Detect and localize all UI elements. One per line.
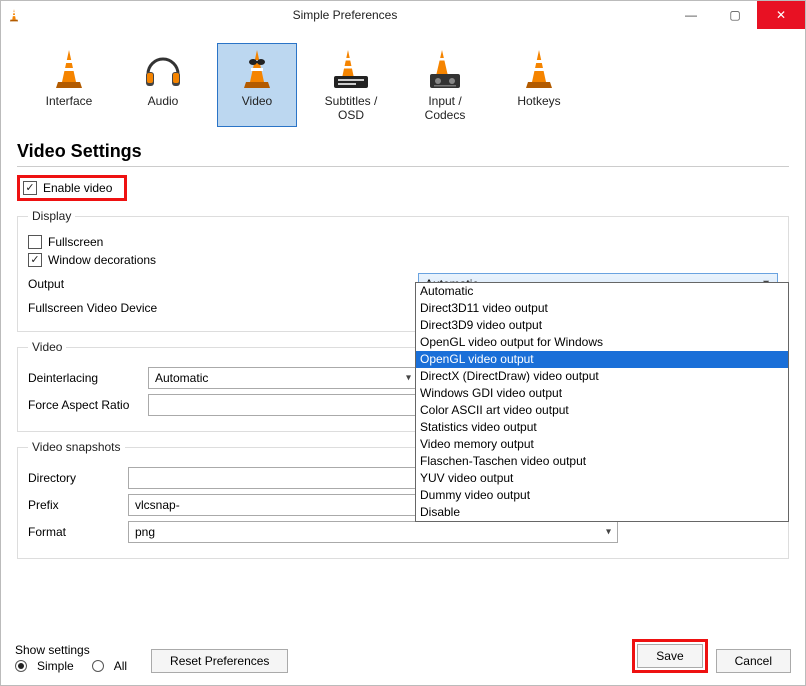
window-decorations-checkbox[interactable]: [28, 253, 42, 267]
output-option[interactable]: OpenGL video output for Windows: [416, 334, 788, 351]
interface-cone-icon: [45, 48, 93, 90]
output-option[interactable]: Direct3D9 video output: [416, 317, 788, 334]
reset-preferences-button[interactable]: Reset Preferences: [151, 649, 288, 673]
deinterlacing-value: Automatic: [155, 371, 208, 385]
fs-device-label: Fullscreen Video Device: [28, 301, 418, 315]
show-settings-all-radio[interactable]: [92, 660, 104, 672]
tab-audio[interactable]: Audio: [123, 43, 203, 127]
group-snapshots-legend: Video snapshots: [28, 440, 125, 454]
show-settings-simple-label: Simple: [37, 659, 74, 673]
deinterlacing-label: Deinterlacing: [28, 371, 148, 385]
output-option[interactable]: YUV video output: [416, 470, 788, 487]
video-cone-sunglasses-icon: [233, 48, 281, 90]
tab-subtitles[interactable]: Subtitles / OSD: [311, 43, 391, 127]
directory-label: Directory: [28, 471, 128, 485]
format-combobox[interactable]: png ▾: [128, 521, 618, 543]
headphones-icon: [139, 48, 187, 90]
force-ar-input[interactable]: [148, 394, 418, 416]
rule: [17, 166, 789, 167]
bottom-bar: Show settings Simple All Reset Preferenc…: [15, 639, 791, 673]
save-label: Save: [656, 649, 683, 663]
tab-hotkeys[interactable]: Hotkeys: [499, 43, 579, 127]
show-settings-simple-radio[interactable]: [15, 660, 27, 672]
titlebar: Simple Preferences — ▢ ✕: [1, 1, 805, 29]
tab-label: Input / Codecs: [408, 94, 482, 122]
output-option[interactable]: Disable: [416, 504, 788, 521]
highlight-enable-video: Enable video: [17, 175, 127, 201]
group-display-legend: Display: [28, 209, 75, 223]
enable-video-checkbox[interactable]: [23, 181, 37, 195]
highlight-save: Save: [632, 639, 707, 673]
window-title: Simple Preferences: [21, 8, 669, 22]
reset-label: Reset Preferences: [170, 654, 269, 668]
output-option[interactable]: Flaschen-Taschen video output: [416, 453, 788, 470]
category-tabs: Interface Audio Video Subtitles / OSD: [17, 39, 789, 131]
output-option[interactable]: Windows GDI video output: [416, 385, 788, 402]
format-label: Format: [28, 525, 128, 539]
output-option[interactable]: Video memory output: [416, 436, 788, 453]
codecs-cone-icon: [421, 48, 469, 90]
window-decorations-label: Window decorations: [48, 253, 156, 267]
chevron-down-icon: ▾: [406, 373, 411, 384]
tab-label: Video: [242, 94, 272, 108]
output-option[interactable]: Statistics video output: [416, 419, 788, 436]
output-option[interactable]: OpenGL video output: [416, 351, 788, 368]
enable-video-label: Enable video: [43, 181, 112, 195]
preferences-window: Simple Preferences — ▢ ✕ Interface Audio: [0, 0, 806, 686]
output-option[interactable]: Color ASCII art video output: [416, 402, 788, 419]
fullscreen-label: Fullscreen: [48, 235, 103, 249]
show-settings-all-label: All: [114, 659, 127, 673]
output-option[interactable]: Dummy video output: [416, 487, 788, 504]
chevron-down-icon: ▾: [606, 527, 611, 538]
show-settings-label: Show settings: [15, 643, 127, 657]
prefix-value: vlcsnap-: [135, 498, 180, 512]
page-title: Video Settings: [17, 141, 789, 162]
prefix-label: Prefix: [28, 498, 128, 512]
tab-input-codecs[interactable]: Input / Codecs: [405, 43, 485, 127]
tab-label: Subtitles / OSD: [314, 94, 388, 122]
cancel-button[interactable]: Cancel: [716, 649, 791, 673]
output-label: Output: [28, 277, 418, 291]
maximize-button[interactable]: ▢: [713, 1, 757, 29]
fullscreen-checkbox[interactable]: [28, 235, 42, 249]
save-button[interactable]: Save: [637, 644, 702, 668]
tab-label: Hotkeys: [517, 94, 560, 108]
close-button[interactable]: ✕: [757, 1, 805, 29]
subtitles-cone-icon: [327, 48, 375, 90]
output-option[interactable]: Automatic: [416, 283, 788, 300]
group-video-legend: Video: [28, 340, 66, 354]
tab-interface[interactable]: Interface: [29, 43, 109, 127]
output-option[interactable]: DirectX (DirectDraw) video output: [416, 368, 788, 385]
format-value: png: [135, 525, 155, 539]
force-ar-label: Force Aspect Ratio: [28, 398, 148, 412]
show-settings-block: Show settings Simple All: [15, 643, 127, 673]
hotkeys-cone-icon: [515, 48, 563, 90]
output-dropdown-list[interactable]: AutomaticDirect3D11 video outputDirect3D…: [415, 282, 789, 522]
tab-label: Audio: [148, 94, 179, 108]
tab-label: Interface: [46, 94, 93, 108]
minimize-button[interactable]: —: [669, 1, 713, 29]
deinterlacing-combobox[interactable]: Automatic ▾: [148, 367, 418, 389]
tab-video[interactable]: Video: [217, 43, 297, 127]
vlc-cone-icon: [7, 8, 21, 22]
cancel-label: Cancel: [735, 654, 772, 668]
window-controls: — ▢ ✕: [669, 1, 805, 29]
output-option[interactable]: Direct3D11 video output: [416, 300, 788, 317]
